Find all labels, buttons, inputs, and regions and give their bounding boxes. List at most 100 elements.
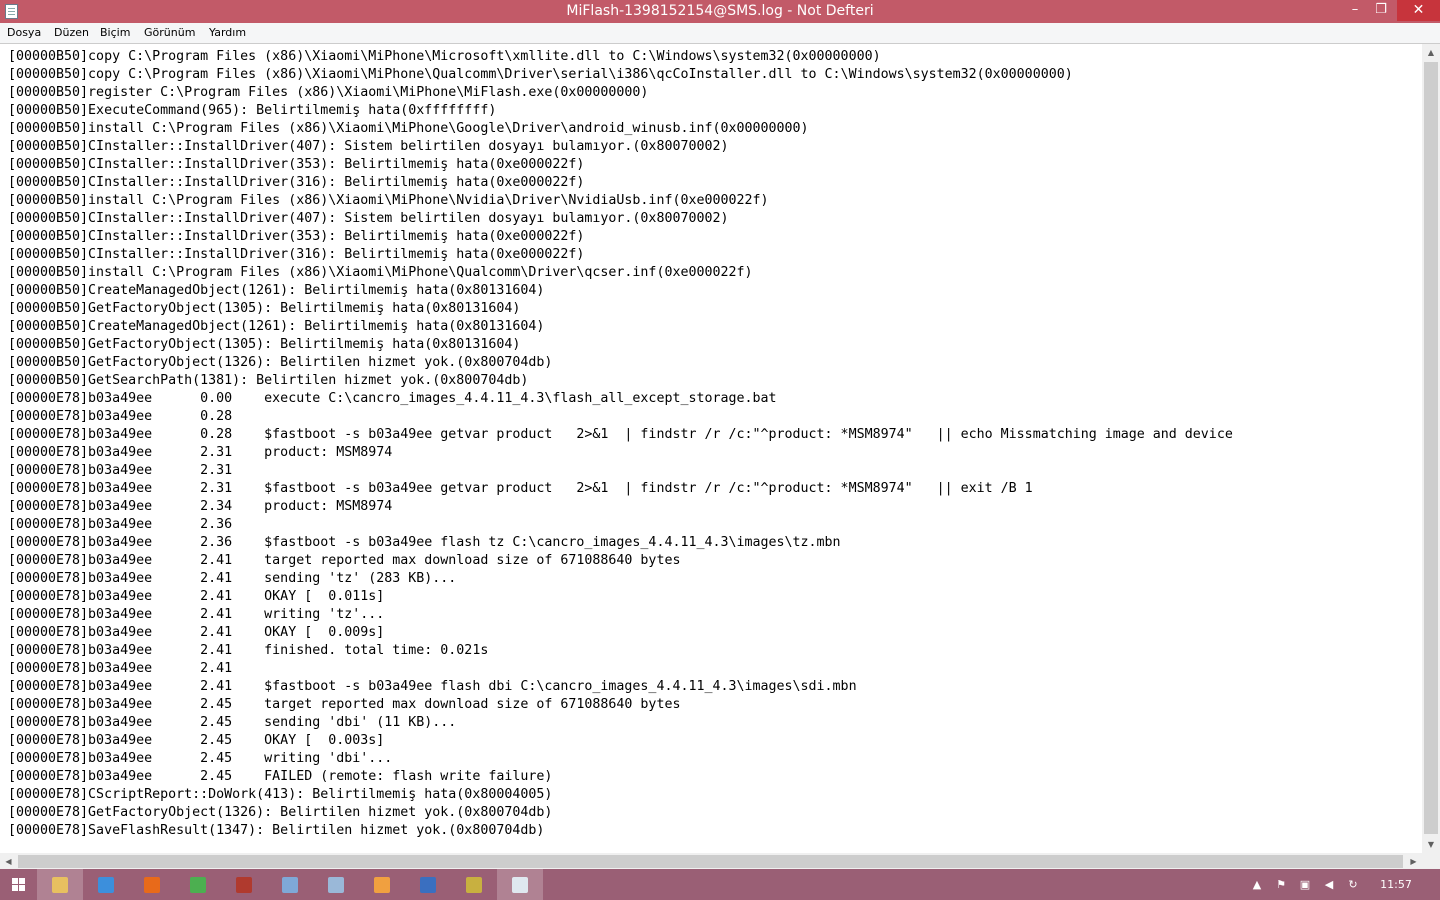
vertical-scroll-thumb[interactable]	[1424, 62, 1438, 834]
menu-bicim[interactable]: Biçim	[100, 26, 130, 39]
text-line: [00000E78]b03a49ee 2.41 OKAY [ 0.011s]	[8, 589, 385, 604]
text-line: [00000B50]register C:\Program Files (x86…	[8, 85, 649, 100]
text-line: [00000B50]GetFactoryObject(1326): Belirt…	[8, 355, 553, 370]
scroll-right-icon[interactable]: ▶	[1405, 853, 1422, 870]
minimize-button[interactable]: –	[1342, 0, 1368, 21]
text-line: [00000B50]install C:\Program Files (x86)…	[8, 121, 809, 136]
sum-app-icon	[420, 877, 436, 893]
chrome-icon	[190, 877, 206, 893]
close-icon: ✕	[1412, 2, 1425, 18]
text-line: [00000E78]b03a49ee 2.34 product: MSM8974	[8, 499, 393, 514]
clock[interactable]: 11:57	[1372, 878, 1420, 891]
device-manager-icon	[328, 877, 344, 893]
text-line: [00000B50]CreateManagedObject(1261): Bel…	[8, 319, 545, 334]
text-line: [00000B50]CInstaller::InstallDriver(316)…	[8, 247, 585, 262]
taskbar-button-device-manager[interactable]	[313, 869, 359, 900]
restore-button[interactable]: ❐	[1368, 0, 1394, 21]
text-line: [00000E78]b03a49ee 2.41 target reported …	[8, 553, 681, 568]
taskbar-button-file-explorer[interactable]	[37, 869, 83, 900]
internet-explorer-icon	[98, 877, 114, 893]
text-line: [00000E78]b03a49ee 2.31	[8, 463, 233, 478]
text-line: [00000E78]b03a49ee 2.31 $fastboot -s b03…	[8, 481, 1033, 496]
text-line: [00000B50]GetFactoryObject(1305): Belirt…	[8, 301, 521, 316]
sync-status-icon[interactable]: ↻	[1346, 878, 1360, 891]
text-line: [00000B50]copy C:\Program Files (x86)\Xi…	[8, 67, 1073, 82]
taskbar-button-sum-app[interactable]	[405, 869, 451, 900]
file-explorer-icon	[52, 877, 68, 893]
menu-yardim[interactable]: Yardım	[209, 26, 246, 39]
text-line: [00000B50]CInstaller::InstallDriver(353)…	[8, 229, 585, 244]
text-line: [00000E78]b03a49ee 2.41 writing 'tz'...	[8, 607, 385, 622]
text-line: [00000E78]b03a49ee 2.41 OKAY [ 0.009s]	[8, 625, 385, 640]
taskbar-button-archive-app[interactable]	[221, 869, 267, 900]
network-app-icon	[282, 877, 298, 893]
text-line: [00000B50]ExecuteCommand(965): Belirtilm…	[8, 103, 497, 118]
text-line: [00000B50]CInstaller::InstallDriver(407)…	[8, 211, 729, 226]
text-line: [00000E78]b03a49ee 2.41 sending 'tz' (28…	[8, 571, 457, 586]
text-line: [00000E78]b03a49ee 2.36 $fastboot -s b03…	[8, 535, 841, 550]
window-title: MiFlash-1398152154@SMS.log - Not Defteri	[566, 3, 874, 19]
menu-dosya[interactable]: Dosya	[7, 26, 41, 39]
text-line: [00000B50]CreateManagedObject(1261): Bel…	[8, 283, 545, 298]
media-app-icon	[374, 877, 390, 893]
game-app-icon	[466, 877, 482, 893]
menu-duzen[interactable]: Düzen	[54, 26, 89, 39]
title-bar[interactable]: MiFlash-1398152154@SMS.log - Not Defteri…	[0, 0, 1440, 23]
text-line: [00000E78]GetFactoryObject(1326): Belirt…	[8, 805, 553, 820]
horizontal-scroll-thumb[interactable]	[18, 855, 1403, 868]
start-button[interactable]	[0, 869, 40, 900]
network-icon[interactable]: ▣	[1298, 878, 1312, 891]
text-line: [00000E78]b03a49ee 2.45 target reported …	[8, 697, 681, 712]
text-editor[interactable]: [00000B50]copy C:\Program Files (x86)\Xi…	[0, 43, 1440, 870]
archive-app-icon	[236, 877, 252, 893]
text-line: [00000B50]install C:\Program Files (x86)…	[8, 265, 753, 280]
text-line: [00000B50]CInstaller::InstallDriver(407)…	[8, 139, 729, 154]
close-button[interactable]: ✕	[1397, 0, 1440, 21]
menu-gorunum[interactable]: Görünüm	[144, 26, 195, 39]
taskbar-button-media-app[interactable]	[359, 869, 405, 900]
text-line: [00000E78]b03a49ee 2.31 product: MSM8974	[8, 445, 393, 460]
firefox-icon	[144, 877, 160, 893]
notepad-window: MiFlash-1398152154@SMS.log - Not Defteri…	[0, 0, 1440, 870]
text-line: [00000B50]CInstaller::InstallDriver(353)…	[8, 157, 585, 172]
taskbar-button-notepad[interactable]	[497, 869, 543, 900]
scroll-down-icon[interactable]: ▼	[1422, 836, 1440, 853]
text-line: [00000B50]copy C:\Program Files (x86)\Xi…	[8, 49, 881, 64]
text-line: [00000E78]b03a49ee 2.45 writing 'dbi'...	[8, 751, 393, 766]
taskbar: ▲ ⚑ ▣ ◀ ↻ 11:57	[0, 869, 1440, 900]
taskbar-button-internet-explorer[interactable]	[83, 869, 129, 900]
text-line: [00000E78]b03a49ee 2.45 sending 'dbi' (1…	[8, 715, 457, 730]
text-line: [00000E78]SaveFlashResult(1347): Belirti…	[8, 823, 545, 838]
restore-icon: ❐	[1375, 2, 1387, 17]
taskbar-button-network-app[interactable]	[267, 869, 313, 900]
show-hidden-icons-icon[interactable]: ▲	[1250, 878, 1264, 891]
vertical-scrollbar[interactable]: ▲ ▼	[1422, 44, 1440, 853]
horizontal-scrollbar[interactable]: ◀ ▶	[0, 853, 1422, 870]
text-line: [00000E78]b03a49ee 0.28 $fastboot -s b03…	[8, 427, 1233, 442]
taskbar-button-game-app[interactable]	[451, 869, 497, 900]
notepad-icon	[512, 877, 528, 893]
text-line: [00000E78]b03a49ee 2.41	[8, 661, 233, 676]
taskbar-button-firefox[interactable]	[129, 869, 175, 900]
text-line: [00000B50]GetSearchPath(1381): Belirtile…	[8, 373, 529, 388]
text-line: [00000E78]b03a49ee 0.28	[8, 409, 233, 424]
text-line: [00000B50]CInstaller::InstallDriver(316)…	[8, 175, 585, 190]
menu-bar: Dosya Düzen Biçim Görünüm Yardım	[0, 23, 1440, 43]
editor-text-area[interactable]: [00000B50]copy C:\Program Files (x86)\Xi…	[8, 48, 1418, 854]
text-line: [00000E78]CScriptReport::DoWork(413): Be…	[8, 787, 553, 802]
text-line: [00000E78]b03a49ee 2.45 OKAY [ 0.003s]	[8, 733, 385, 748]
text-line: [00000E78]b03a49ee 0.00 execute C:\cancr…	[8, 391, 777, 406]
text-line: [00000E78]b03a49ee 2.45 FAILED (remote: …	[8, 769, 553, 784]
text-line: [00000E78]b03a49ee 2.36	[8, 517, 233, 532]
scrollbar-corner	[1422, 853, 1440, 870]
text-line: [00000B50]GetFactoryObject(1305): Belirt…	[8, 337, 521, 352]
taskbar-button-chrome[interactable]	[175, 869, 221, 900]
text-line: [00000E78]b03a49ee 2.41 $fastboot -s b03…	[8, 679, 857, 694]
minimize-icon: –	[1351, 2, 1359, 17]
volume-icon[interactable]: ◀	[1322, 878, 1336, 891]
action-center-flag-icon[interactable]: ⚑	[1274, 878, 1288, 891]
scroll-left-icon[interactable]: ◀	[0, 853, 17, 870]
text-line: [00000B50]install C:\Program Files (x86)…	[8, 193, 769, 208]
scroll-up-icon[interactable]: ▲	[1422, 44, 1440, 61]
text-line: [00000E78]b03a49ee 2.41 finished. total …	[8, 643, 489, 658]
